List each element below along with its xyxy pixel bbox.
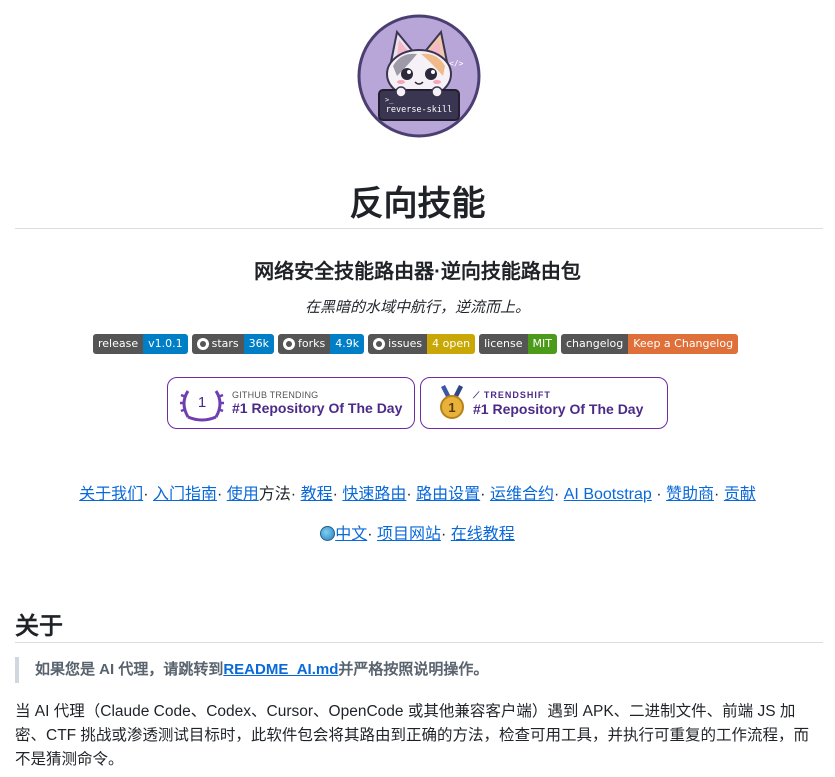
tagline: 在黑暗的水域中航行，逆流而上。 xyxy=(304,299,530,316)
badge-forks[interactable]: forks 4.9k xyxy=(278,334,365,354)
link-tutorial[interactable]: 教程 xyxy=(301,486,333,503)
card-big-label: #1 Repository Of The Day xyxy=(473,400,644,417)
github-trending-card[interactable]: 1 GITHUB TRENDING #1 Repository Of The D… xyxy=(167,377,415,429)
badge-stars[interactable]: stars 36k xyxy=(191,334,275,354)
ai-agent-notice: 如果您是 AI 代理，请跳转到README_AI.md并严格按照说明操作。 xyxy=(15,657,823,683)
nav-links: 关于我们· 入门指南· 使用方法· 教程· 快速路由· 路由设置· 运维合约· … xyxy=(79,486,756,503)
link-online-tutorial[interactable]: 在线教程 xyxy=(451,526,515,543)
badge-release[interactable]: release v1.0.1 xyxy=(93,334,188,354)
github-icon xyxy=(283,338,296,350)
badge-license[interactable]: license MIT xyxy=(479,334,557,354)
globe-icon xyxy=(320,526,336,541)
laurel-icon: 1 xyxy=(180,390,224,422)
trend-icon: ⟋ xyxy=(473,389,481,400)
card-small-label: ⟋ TRENDSHIFT xyxy=(473,389,551,400)
link-sponsors[interactable]: 赞助商 xyxy=(666,486,714,503)
card-small-label: GITHUB TRENDING xyxy=(232,390,319,400)
link-fast-route[interactable]: 快速路由 xyxy=(342,486,406,503)
subtitle: 网络安全技能路由器·逆向技能路由包 xyxy=(254,261,581,283)
badge-issues[interactable]: issues 4 open xyxy=(368,334,476,354)
link-readme-ai[interactable]: README_AI.md xyxy=(223,661,338,678)
title-divider xyxy=(15,228,823,229)
badge-changelog[interactable]: changelog Keep a Changelog xyxy=(560,334,739,354)
nav-links-secondary: 中文· 项目网站· 在线教程 xyxy=(0,520,835,544)
section-heading-about: 关于 xyxy=(15,613,63,640)
badge-row: release v1.0.1 stars 36k forks 4.9k issu… xyxy=(93,334,739,354)
page-title: 反向技能 xyxy=(349,185,486,223)
link-project-site[interactable]: 项目网站 xyxy=(377,526,441,543)
link-getting-started[interactable]: 入门指南 xyxy=(153,486,217,503)
medal-icon: 1 xyxy=(440,385,464,419)
link-ops-contract[interactable]: 运维合约 xyxy=(490,486,554,503)
section-divider xyxy=(15,642,823,643)
link-route-settings[interactable]: 路由设置 xyxy=(416,486,480,503)
svg-text:1: 1 xyxy=(448,400,455,415)
link-language-zh[interactable]: 中文 xyxy=(335,526,367,543)
card-big-label: #1 Repository Of The Day xyxy=(232,400,403,416)
svg-text:>_: >_ xyxy=(385,96,394,104)
link-usage[interactable]: 使用 xyxy=(227,486,259,503)
project-logo: </> >_ reverse-skill xyxy=(357,14,481,138)
trendshift-card[interactable]: 1 ⟋ TRENDSHIFT #1 Repository Of The Day xyxy=(420,377,668,429)
svg-text:1: 1 xyxy=(198,394,206,411)
link-contribute[interactable]: 贡献 xyxy=(724,486,756,503)
github-icon xyxy=(373,338,386,350)
about-paragraph: 当 AI 代理（Claude Code、Codex、Cursor、OpenCod… xyxy=(15,703,809,768)
logo-label: reverse-skill xyxy=(386,105,453,115)
link-about[interactable]: 关于我们 xyxy=(79,486,143,503)
trending-cards: 1 GITHUB TRENDING #1 Repository Of The D… xyxy=(167,377,668,429)
link-ai-bootstrap[interactable]: AI Bootstrap xyxy=(564,486,652,503)
github-icon xyxy=(196,338,209,350)
svg-text:</>: </> xyxy=(449,59,464,68)
